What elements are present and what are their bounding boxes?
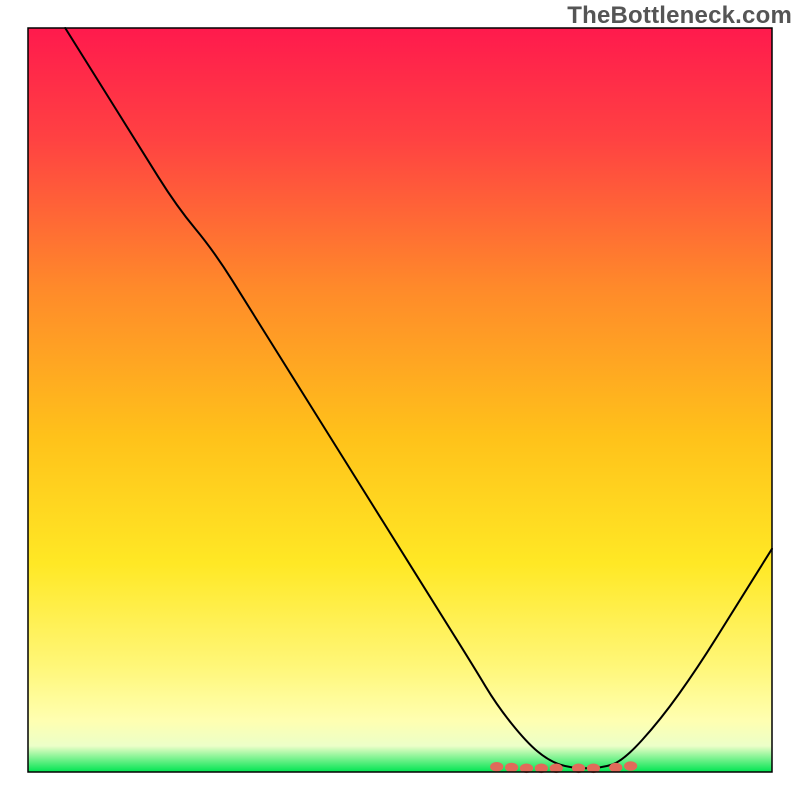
chart-svg (0, 0, 800, 800)
minimum-marker (609, 763, 622, 773)
chart-stage: TheBottleneck.com (0, 0, 800, 800)
minimum-marker (505, 763, 518, 773)
plot-background (28, 28, 772, 772)
minimum-marker (624, 761, 637, 771)
minimum-marker (490, 762, 503, 772)
